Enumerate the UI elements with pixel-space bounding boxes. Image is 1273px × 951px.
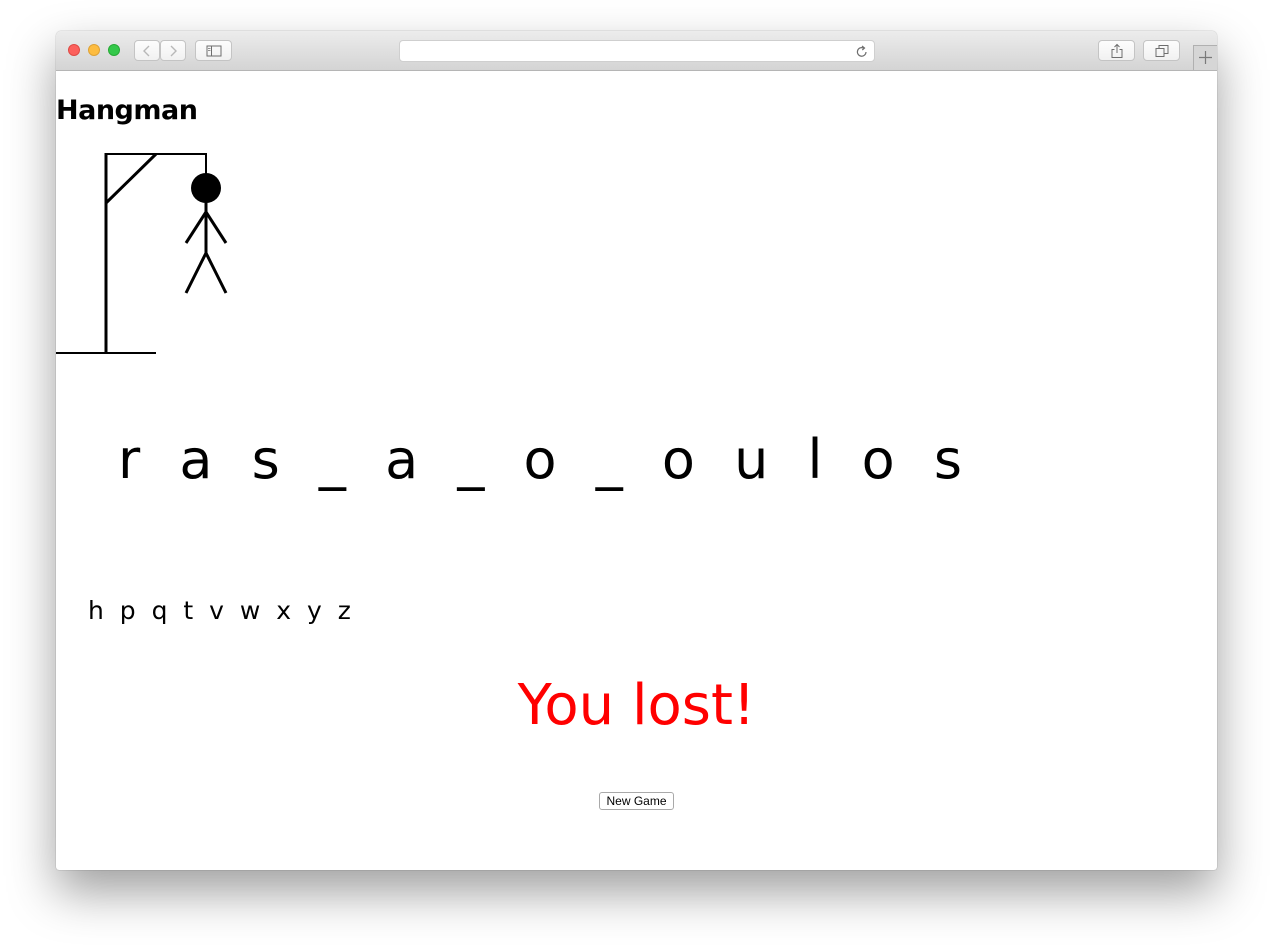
hangman-right-arm <box>204 211 228 244</box>
address-bar[interactable] <box>399 40 875 62</box>
hangman-drawing <box>56 152 228 354</box>
hangman-left-leg <box>184 252 208 294</box>
hangman-right-leg <box>204 252 228 294</box>
game-result-message: You lost! <box>517 673 756 738</box>
forward-button[interactable] <box>160 40 186 61</box>
wrong-guesses: h p q t v w x y z <box>88 596 355 625</box>
sidebar-button[interactable] <box>195 40 232 61</box>
tabs-overview-icon <box>1155 44 1168 57</box>
zoom-window-button[interactable] <box>108 44 120 56</box>
gallows-brace <box>104 152 158 205</box>
plus-icon <box>1199 51 1212 64</box>
hangman-left-arm <box>184 211 208 244</box>
reload-icon[interactable] <box>856 45 868 58</box>
chevron-left-icon <box>143 45 150 56</box>
share-icon <box>1111 43 1122 58</box>
share-button[interactable] <box>1098 40 1135 61</box>
sidebar-icon <box>206 45 221 56</box>
back-button[interactable] <box>134 40 160 61</box>
browser-window: Hangman r a s _ a _ o _ o u l o s h p q … <box>56 31 1217 870</box>
hangman-head <box>191 173 221 203</box>
browser-toolbar <box>56 31 1217 71</box>
page-content: Hangman r a s _ a _ o _ o u l o s h p q … <box>56 71 1217 870</box>
chevron-right-icon <box>170 45 177 56</box>
minimize-window-button[interactable] <box>88 44 100 56</box>
new-tab-button[interactable] <box>1193 45 1217 70</box>
close-window-button[interactable] <box>68 44 80 56</box>
new-game-button[interactable]: New Game <box>599 792 674 810</box>
word-display: r a s _ a _ o _ o u l o s <box>118 428 973 491</box>
tabs-overview-button[interactable] <box>1143 40 1180 61</box>
page-title: Hangman <box>56 95 198 126</box>
